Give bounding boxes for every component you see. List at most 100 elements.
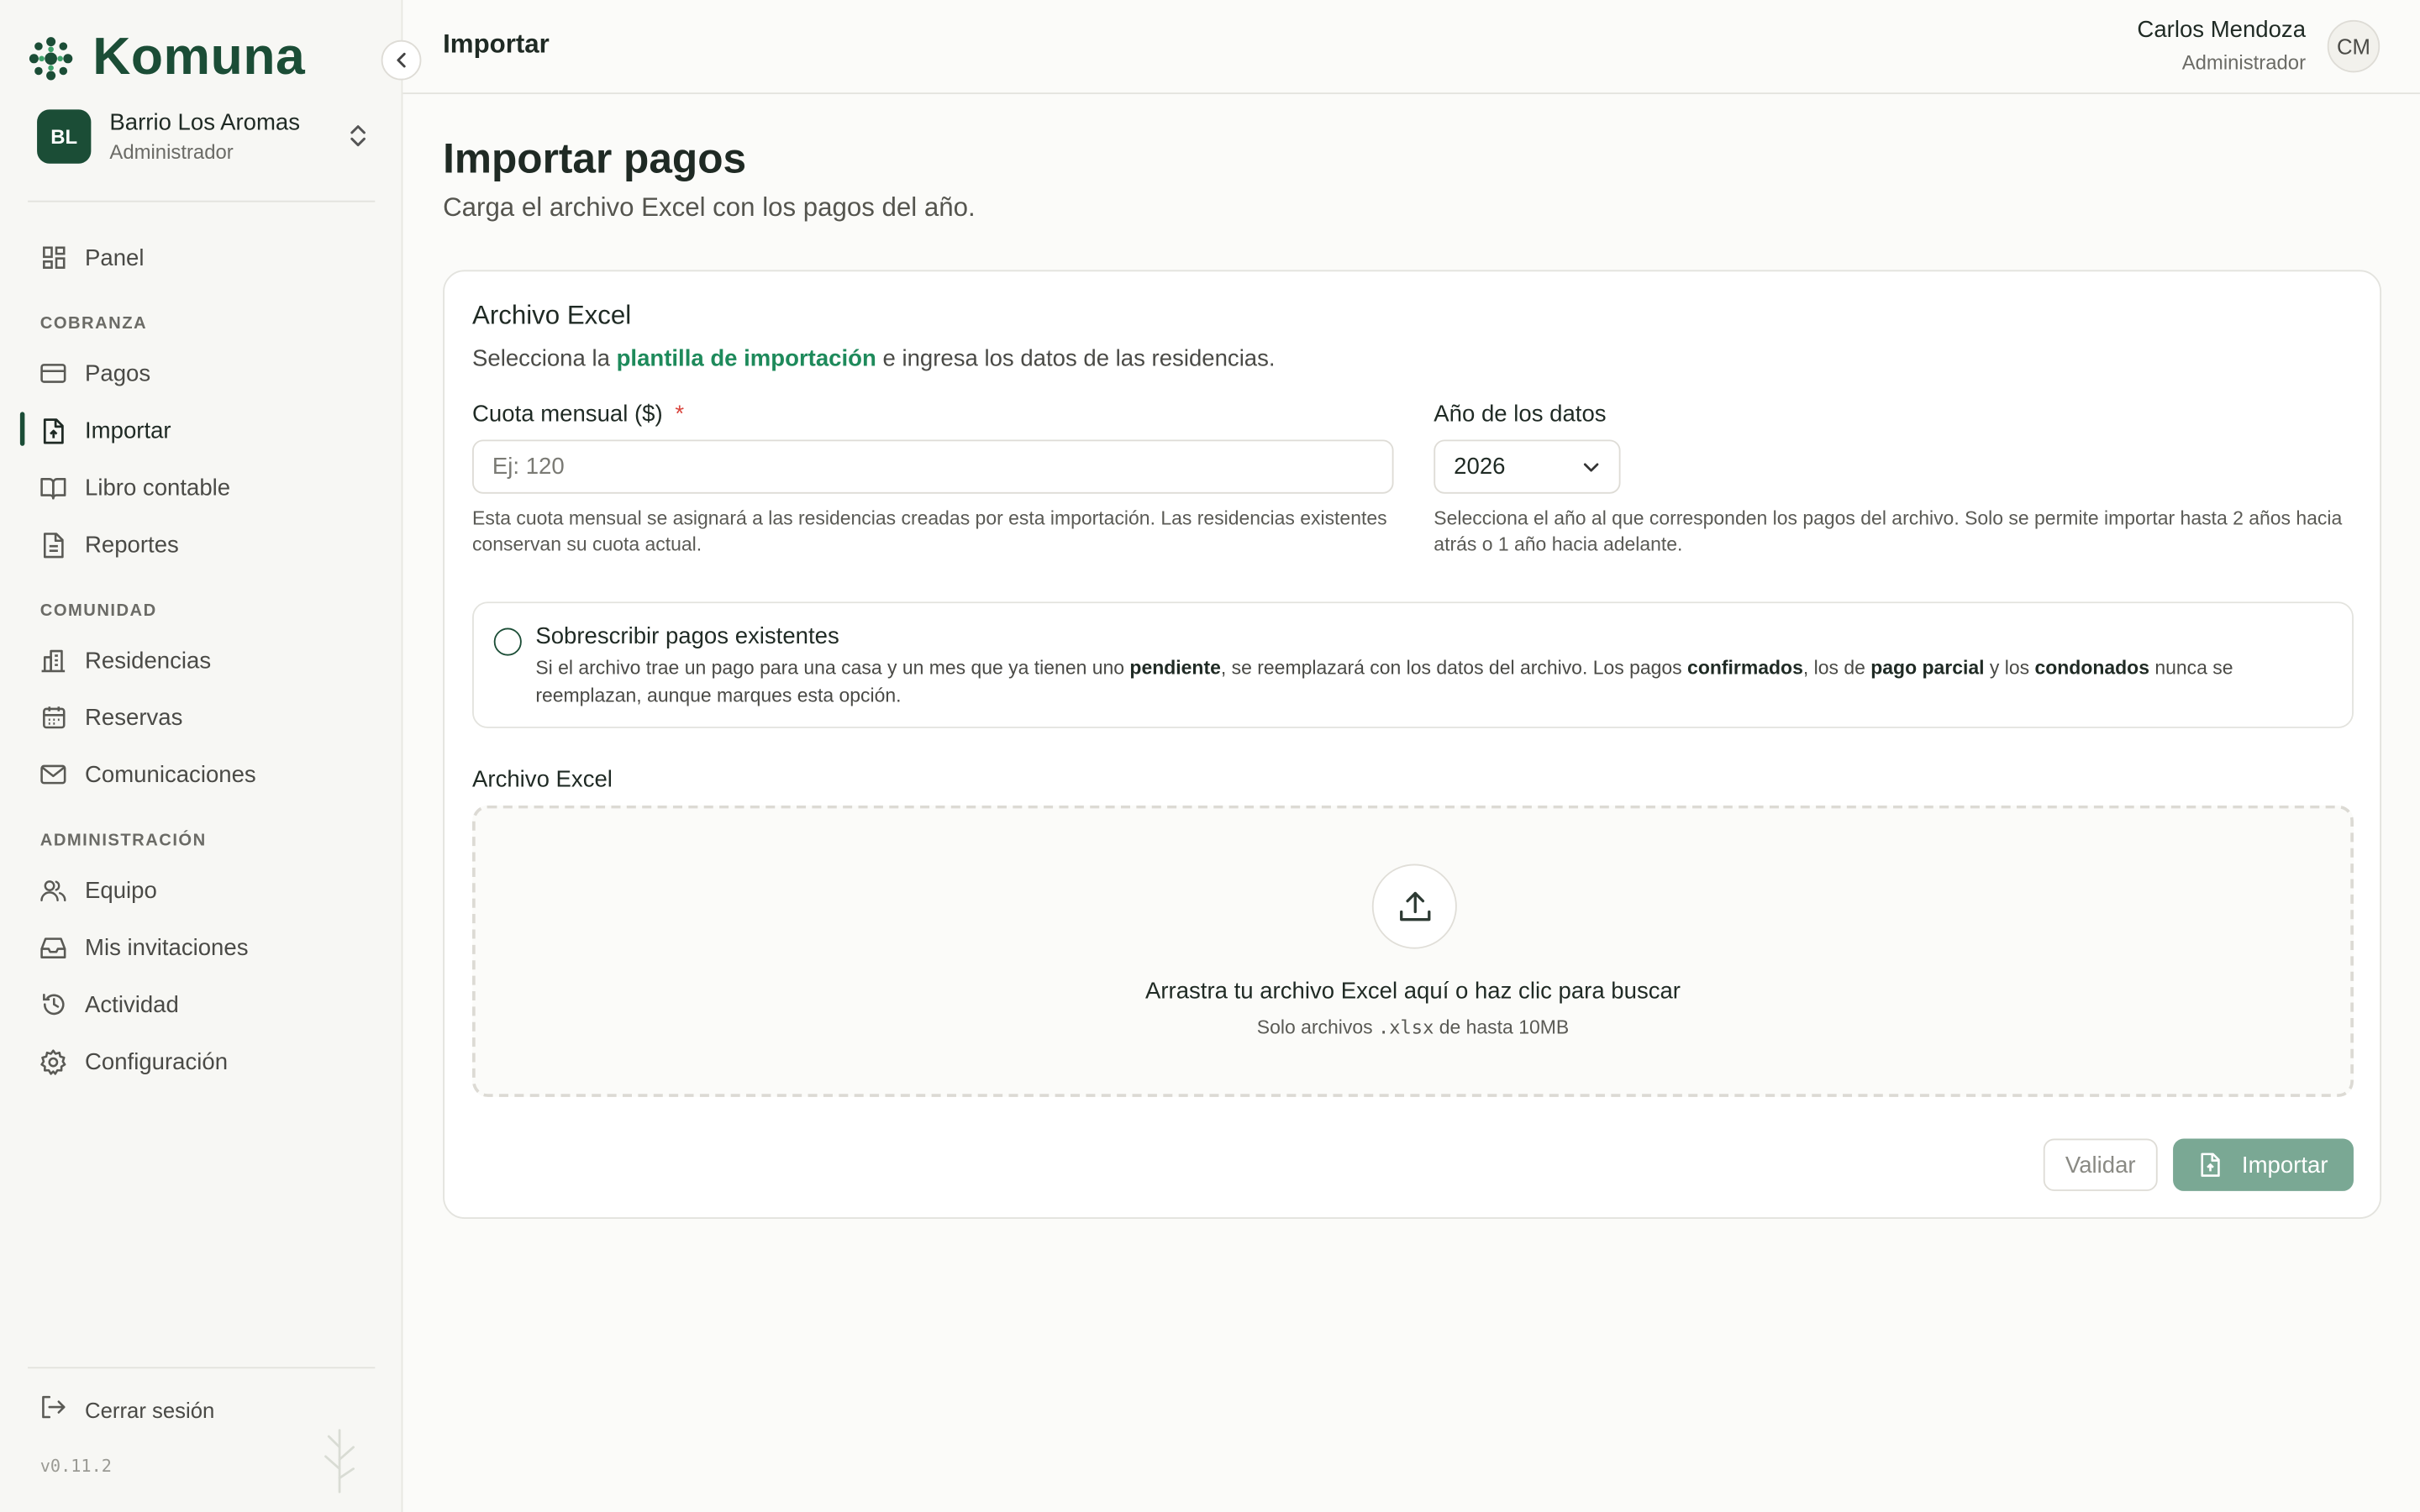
nav-section-comunidad: COMUNIDAD <box>39 601 157 621</box>
template-link[interactable]: plantilla de importación <box>617 345 876 371</box>
building-icon <box>40 647 66 673</box>
leaf-decoration-icon <box>324 1429 355 1494</box>
ow-text: , los de <box>1802 657 1871 680</box>
sidebar-item-panel[interactable]: Panel <box>40 238 145 278</box>
overwrite-description: Si el archivo trae un pago para una casa… <box>535 654 2326 710</box>
credit-card-icon <box>40 360 66 386</box>
sidebar-divider <box>28 200 376 202</box>
page-subtitle: Carga el archivo Excel con los pagos del… <box>443 192 976 223</box>
card-desc-text: e ingresa los datos de las residencias. <box>876 345 1276 372</box>
sidebar-item-reportes[interactable]: Reportes <box>40 524 179 564</box>
collapse-sidebar-button[interactable] <box>381 39 422 81</box>
sidebar-item-configuracion[interactable]: Configuración <box>40 1042 228 1082</box>
sidebar-divider <box>28 1367 376 1369</box>
sidebar-item-importar[interactable]: Importar <box>40 411 171 451</box>
sidebar-item-equipo[interactable]: Equipo <box>40 870 157 911</box>
fee-help-text: Esta cuota mensual se asignará a las res… <box>472 507 1387 556</box>
card-title: Archivo Excel <box>472 301 632 331</box>
top-bar: Importar Carlos Mendoza Administrador CM <box>402 0 2420 95</box>
book-open-icon <box>40 475 66 501</box>
org-name: Barrio Los Aromas <box>109 108 301 135</box>
sidebar-item-label: Reportes <box>85 531 179 558</box>
user-name: Carlos Mendoza <box>2137 17 2307 44</box>
ow-text: , se reemplazará con los datos del archi… <box>1220 657 1688 680</box>
import-card: Archivo Excel Selecciona la plantilla de… <box>443 270 2382 1219</box>
upload-icon <box>1371 864 1457 949</box>
ow-bold: condonados <box>2034 657 2149 680</box>
overwrite-checkbox[interactable] <box>493 627 522 656</box>
app-version: v0.11.2 <box>39 1456 112 1477</box>
brand-name: Komuna <box>92 28 306 87</box>
logout-icon <box>40 1394 66 1424</box>
sidebar-item-label: Panel <box>85 244 145 271</box>
sidebar-item-label: Actividad <box>85 991 179 1018</box>
file-label: Archivo Excel <box>472 766 613 794</box>
gear-icon <box>40 1048 66 1074</box>
overwrite-title: Sobrescribir pagos existentes <box>535 623 839 650</box>
mail-icon <box>40 761 66 787</box>
page-header-title: Importar <box>443 29 550 59</box>
dashboard-icon <box>40 244 66 270</box>
chevron-down-icon <box>1583 462 1599 471</box>
card-desc-text: Selecciona la <box>472 345 617 372</box>
dz-text: de hasta 10MB <box>1434 1016 1570 1039</box>
nav-section-administracion: ADMINISTRACIÓN <box>39 831 207 851</box>
overwrite-option[interactable]: Sobrescribir pagos existentes Si el arch… <box>472 601 2354 728</box>
sidebar-item-comunicaciones[interactable]: Comunicaciones <box>40 754 256 795</box>
file-upload-icon <box>40 417 66 444</box>
sidebar-item-label: Mis invitaciones <box>85 934 249 961</box>
chevrons-up-down-icon <box>350 125 366 147</box>
import-button[interactable]: Importar <box>2173 1138 2354 1191</box>
sidebar-item-label: Reservas <box>85 704 183 731</box>
file-upload-icon <box>2200 1152 2219 1177</box>
sidebar-item-label: Comunicaciones <box>85 761 256 788</box>
brand[interactable]: Komuna <box>28 28 305 88</box>
sidebar-item-label: Residencias <box>85 647 212 674</box>
sidebar-item-actividad[interactable]: Actividad <box>40 984 179 1025</box>
year-select[interactable]: 2026 <box>1434 439 1621 494</box>
inbox-icon <box>40 934 66 960</box>
import-button-label: Importar <box>2241 1152 2328 1179</box>
sidebar: Komuna BL Barrio Los Aromas Administrado… <box>0 0 403 1512</box>
sidebar-item-label: Libro contable <box>85 474 231 501</box>
avatar[interactable]: CM <box>2327 19 2381 73</box>
sidebar-item-residencias[interactable]: Residencias <box>40 640 211 680</box>
active-indicator <box>19 412 25 446</box>
validate-button[interactable]: Validar <box>2043 1138 2158 1191</box>
dropzone-title: Arrastra tu archivo Excel aquí o haz cli… <box>1144 978 1681 1005</box>
ow-bold: pendiente <box>1129 657 1221 680</box>
sidebar-item-reservas[interactable]: Reservas <box>40 697 183 738</box>
ow-bold: confirmados <box>1687 657 1803 680</box>
ow-text: Si el archivo trae un pago para una casa… <box>535 657 1130 680</box>
monthly-fee-input[interactable] <box>472 439 1394 494</box>
sidebar-item-label: Importar <box>85 417 171 444</box>
logout-button[interactable]: Cerrar sesión <box>40 1394 215 1424</box>
dz-ext: .xlsx <box>1378 1016 1434 1039</box>
fee-label-text: Cuota mensual ($) <box>472 401 663 428</box>
chevron-left-icon <box>397 52 406 68</box>
year-label: Año de los datos <box>1434 401 1607 428</box>
sidebar-item-pagos[interactable]: Pagos <box>40 354 150 394</box>
sidebar-item-label: Configuración <box>85 1048 229 1075</box>
sidebar-item-label: Pagos <box>85 360 151 387</box>
calendar-icon <box>40 704 66 730</box>
dz-text: Solo archivos <box>1256 1016 1379 1039</box>
org-role: Administrador <box>109 139 234 163</box>
org-switcher[interactable]: BL Barrio Los Aromas Administrador <box>37 105 367 166</box>
sidebar-item-mis-invitaciones[interactable]: Mis invitaciones <box>40 927 249 968</box>
org-avatar: BL <box>37 108 92 163</box>
required-marker: * <box>675 401 685 428</box>
user-role: Administrador <box>2181 50 2307 75</box>
sidebar-item-libro-contable[interactable]: Libro contable <box>40 468 230 508</box>
page-title: Importar pagos <box>443 135 747 182</box>
file-dropzone[interactable]: Arrastra tu archivo Excel aquí o haz cli… <box>472 805 2354 1097</box>
ow-text: y los <box>1984 657 2035 680</box>
logout-label: Cerrar sesión <box>85 1397 215 1422</box>
dropzone-subtitle: Solo archivos .xlsx de hasta 10MB <box>476 1016 2351 1038</box>
fee-label: Cuota mensual ($) * <box>472 402 684 428</box>
history-icon <box>40 991 66 1017</box>
komuna-logo-icon <box>29 36 73 80</box>
ow-bold: pago parcial <box>1870 657 1985 680</box>
card-description: Selecciona la plantilla de importación e… <box>472 345 1276 371</box>
nav-section-cobranza: COBRANZA <box>39 314 148 333</box>
